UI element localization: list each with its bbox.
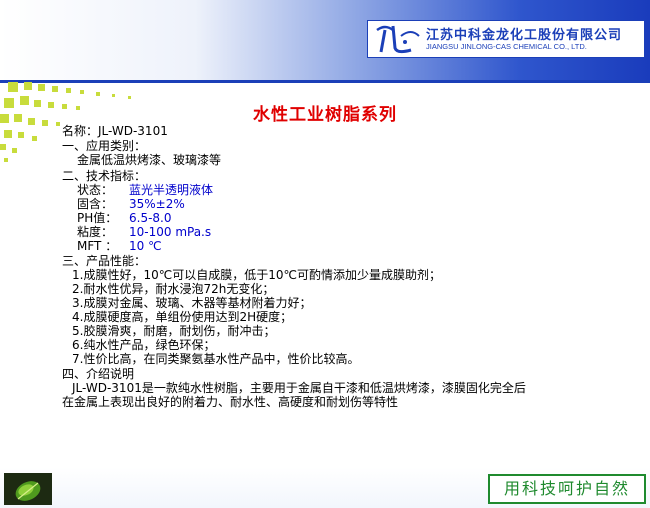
section-intro-heading: 四、介绍说明	[62, 367, 135, 381]
intro-line: JL-WD-3101是一款纯水性树脂，主要用于金属自干漆和低温烘烤漆，漆膜固化完…	[72, 381, 526, 395]
spec-value: 蓝光半透明液体	[129, 183, 214, 197]
spec-value: 35%±2%	[129, 197, 185, 211]
spec-value: 10 ℃	[129, 239, 162, 253]
performance-item: 4.成膜硬度高，单组份使用达到2H硬度；	[72, 310, 293, 324]
spec-row: 粘度： 10-100 mPa.s	[77, 225, 211, 239]
spec-label: 固含：	[77, 197, 114, 211]
section-performance-heading: 三、产品性能：	[62, 254, 147, 268]
performance-item: 6.纯水性产品，绿色环保；	[72, 338, 216, 352]
leaf-icon	[4, 473, 52, 505]
product-sheet: 名称：JL-WD-3101 一、应用类别： 金属低温烘烤漆、玻璃漆等 二、技术指…	[0, 0, 650, 508]
spec-label: MFT ：	[77, 239, 118, 253]
spec-label: PH值：	[77, 211, 118, 225]
performance-item: 7.性价比高，在同类聚氨基水性产品中，性价比较高。	[72, 352, 360, 366]
performance-item: 5.胶膜滑爽，耐磨，耐划伤，耐冲击；	[72, 324, 276, 338]
slide: 江苏中科金龙化工股份有限公司 JIANGSU JINLONG-CAS CHEMI…	[0, 0, 650, 508]
spec-row: MFT ： 10 ℃	[77, 239, 162, 253]
slogan-badge: 用科技呵护自然	[488, 474, 646, 504]
section-specs-heading: 二、技术指标：	[62, 169, 147, 183]
section-application-heading: 一、应用类别：	[62, 139, 147, 153]
spec-row: PH值： 6.5-8.0	[77, 211, 172, 225]
product-name: 名称：JL-WD-3101	[62, 124, 168, 138]
intro-line: 在金属上表现出良好的附着力、耐水性、高硬度和耐划伤等特性	[62, 395, 399, 409]
spec-label: 状态：	[77, 183, 114, 197]
performance-item: 2.耐水性优异，耐水浸泡72h无变化；	[72, 282, 275, 296]
spec-value: 10-100 mPa.s	[129, 225, 212, 239]
spec-label: 粘度：	[77, 225, 114, 239]
performance-item: 3.成膜对金属、玻璃、木器等基材附着力好；	[72, 296, 312, 310]
performance-item: 1.成膜性好，10℃可以自成膜，低于10℃可酌情添加少量成膜助剂；	[72, 268, 441, 282]
application-line: 金属低温烘烤漆、玻璃漆等	[77, 153, 222, 167]
spec-value: 6.5-8.0	[129, 211, 172, 225]
spec-row: 状态： 蓝光半透明液体	[77, 183, 213, 197]
spec-row: 固含： 35%±2%	[77, 197, 185, 211]
